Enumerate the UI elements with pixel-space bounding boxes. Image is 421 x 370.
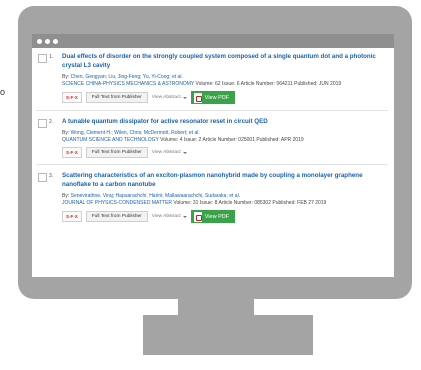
published-value: APR 2019: [280, 137, 304, 143]
side-text-fragment: o: [0, 87, 6, 97]
view-pdf-label: View PDF: [204, 213, 230, 220]
record-checkbox[interactable]: [38, 54, 47, 63]
pdf-icon: [193, 92, 202, 103]
record-actions: S·F·X Full Text from Publisher View Abst…: [62, 91, 388, 104]
record-title-link[interactable]: Dual effects of disorder on the strongly…: [62, 52, 388, 70]
record-source: SCIENCE CHINA-PHYSICS MECHANICS & ASTRON…: [62, 81, 388, 88]
result-record: 3. Scattering characteristics of an exci…: [36, 171, 388, 229]
volume-label: Volume:: [195, 81, 214, 87]
view-abstract-toggle[interactable]: View Abstract: [152, 150, 187, 155]
record-checkbox[interactable]: [38, 119, 47, 128]
author-links[interactable]: Chen, Gengyan; Liu, Jing-Feng; Yu, Yi-Co…: [71, 74, 183, 80]
result-record: 1. Dual effects of disorder on the stron…: [36, 52, 388, 111]
record-authors: By: Senevirathne, Viraj; Hapuarachchi, H…: [62, 193, 388, 200]
record-checkbox[interactable]: [38, 173, 47, 182]
issue-label: Issue:: [183, 137, 198, 143]
pdf-icon: [193, 211, 202, 222]
view-abstract-toggle[interactable]: View Abstract: [152, 95, 187, 100]
view-abstract-label: View Abstract: [151, 150, 181, 155]
volume-value: 4: [179, 137, 183, 143]
record-number: 3.: [49, 173, 54, 179]
record-source: JOURNAL OF PHYSICS-CONDENSED MATTER Volu…: [62, 200, 388, 207]
record-authors: By: Wong, Clement H.; Wilen, Chris; McDe…: [62, 130, 388, 137]
result-record: 2. A tunable quantum dissipator for acti…: [36, 117, 388, 165]
article-number-value: 064211: [276, 81, 293, 87]
window-dot-icon[interactable]: [45, 38, 50, 44]
record-title-link[interactable]: A tunable quantum dissipator for active …: [62, 117, 388, 126]
record-title-link[interactable]: Scattering characteristics of an exciton…: [62, 171, 388, 189]
published-value: FEB 27 2019: [297, 200, 327, 206]
issue-value: 6: [236, 81, 240, 87]
record-number: 2.: [49, 119, 54, 125]
published-label: Published:: [272, 200, 296, 206]
sfx-label: S·F·X: [66, 95, 78, 100]
full-text-button[interactable]: Full Text from Publisher: [85, 92, 148, 103]
journal-name[interactable]: QUANTUM SCIENCE AND TECHNOLOGY: [62, 137, 159, 143]
published-label: Published:: [294, 81, 318, 87]
volume-label: Volume:: [173, 200, 192, 206]
author-links[interactable]: Senevirathne, Viraj; Hapuarachchi, Harin…: [71, 193, 240, 199]
by-label: By:: [62, 130, 70, 136]
view-abstract-label: View Abstract: [151, 95, 181, 100]
stage: o 1. Dual effects of disorder on the str…: [0, 0, 421, 370]
sfx-link-button[interactable]: S·F·X: [62, 211, 82, 222]
issue-label: Issue:: [199, 200, 214, 206]
article-number-value: 085302: [254, 200, 271, 206]
record-authors: By: Chen, Gengyan; Liu, Jing-Feng; Yu, Y…: [62, 74, 388, 81]
view-abstract-toggle[interactable]: View Abstract: [152, 214, 187, 219]
record-source: QUANTUM SCIENCE AND TECHNOLOGY Volume: 4…: [62, 137, 388, 144]
article-number-label: Article Number:: [218, 200, 253, 206]
window-dot-icon[interactable]: [53, 38, 58, 44]
browser-titlebar: [32, 34, 394, 48]
results-list: 1. Dual effects of disorder on the stron…: [32, 48, 394, 229]
sfx-label: S·F·X: [66, 214, 78, 219]
view-pdf-button[interactable]: View PDF: [190, 91, 236, 104]
published-label: Published:: [256, 137, 280, 143]
chevron-down-icon: [182, 215, 187, 218]
chevron-down-icon: [182, 151, 187, 154]
article-number-value: 025001: [238, 137, 255, 143]
sfx-link-button[interactable]: S·F·X: [62, 92, 82, 103]
record-number: 1.: [49, 54, 54, 60]
article-number-label: Article Number:: [202, 137, 237, 143]
sfx-link-button[interactable]: S·F·X: [62, 147, 82, 158]
issue-value: 8: [214, 200, 218, 206]
journal-name[interactable]: JOURNAL OF PHYSICS-CONDENSED MATTER: [62, 200, 172, 206]
volume-value: 31: [192, 200, 199, 206]
by-label: By:: [62, 193, 70, 199]
issue-label: Issue:: [221, 81, 236, 87]
issue-value: 2: [198, 137, 202, 143]
volume-label: Volume:: [160, 137, 179, 143]
published-value: JUN 2019: [318, 81, 342, 87]
window-dot-icon[interactable]: [37, 38, 42, 44]
full-text-button[interactable]: Full Text from Publisher: [85, 147, 148, 158]
record-actions: S·F·X Full Text from Publisher View Abst…: [62, 210, 388, 223]
view-pdf-label: View PDF: [204, 94, 230, 101]
chevron-down-icon: [182, 96, 187, 99]
view-pdf-button[interactable]: View PDF: [190, 210, 236, 223]
record-actions: S·F·X Full Text from Publisher View Abst…: [62, 147, 388, 158]
full-text-button[interactable]: Full Text from Publisher: [85, 211, 148, 222]
volume-value: 62: [215, 81, 221, 87]
author-links[interactable]: Wong, Clement H.; Wilen, Chris; McDermot…: [71, 130, 200, 136]
journal-name[interactable]: SCIENCE CHINA-PHYSICS MECHANICS & ASTRON…: [62, 81, 194, 87]
monitor-screen: 1. Dual effects of disorder on the stron…: [32, 34, 394, 277]
by-label: By:: [62, 74, 70, 80]
view-abstract-label: View Abstract: [151, 214, 181, 219]
article-number-label: Article Number:: [240, 81, 276, 87]
sfx-label: S·F·X: [66, 150, 78, 155]
monitor-base: [143, 315, 313, 355]
